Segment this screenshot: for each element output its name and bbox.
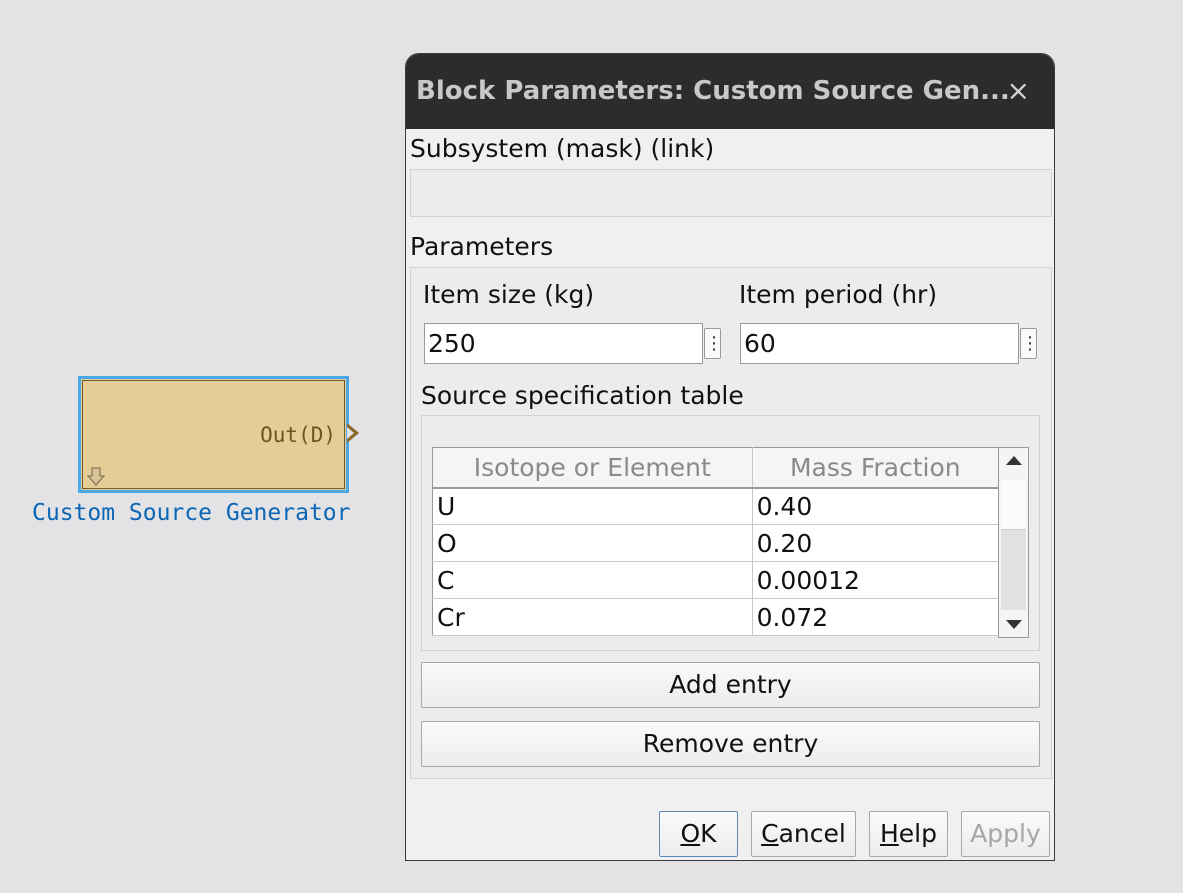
table-row[interactable]: C 0.00012 — [432, 561, 1000, 599]
column-header-isotope[interactable]: Isotope or Element — [432, 447, 753, 489]
table-cell-element[interactable]: Cr — [432, 598, 753, 636]
apply-button[interactable]: Apply — [961, 811, 1050, 857]
dialog-title: Block Parameters: Custom Source Gen... — [416, 76, 1010, 106]
dialog-titlebar[interactable]: Block Parameters: Custom Source Gen... × — [406, 54, 1054, 129]
table-row[interactable]: U 0.40 — [432, 487, 1000, 525]
table-cell-fraction[interactable]: 0.072 — [752, 598, 1000, 636]
block-name-label[interactable]: Custom Source Generator — [32, 500, 351, 526]
table-scrollbar[interactable] — [998, 447, 1029, 638]
close-icon[interactable]: × — [1007, 74, 1030, 107]
source-specification-table: Isotope or Element Mass Fraction U 0.40 … — [432, 447, 1000, 636]
cancel-button[interactable]: Cancel — [751, 811, 856, 857]
help-button[interactable]: Help — [869, 811, 948, 857]
scroll-up-icon[interactable] — [1006, 456, 1022, 465]
table-cell-fraction[interactable]: 0.20 — [752, 524, 1000, 562]
item-period-label: Item period (hr) — [739, 280, 938, 309]
cancel-label-rest: ancel — [778, 819, 846, 848]
table-cell-element[interactable]: U — [432, 487, 753, 525]
scroll-down-icon[interactable] — [1006, 620, 1022, 629]
item-size-input[interactable]: 250 — [424, 323, 703, 364]
table-cell-element[interactable]: C — [432, 561, 753, 599]
ok-label-rest: K — [700, 819, 717, 848]
item-size-kebab-menu-icon[interactable]: ⋮ — [704, 328, 723, 359]
output-port-arrow-icon[interactable] — [347, 423, 359, 443]
item-period-input[interactable]: 60 — [740, 323, 1019, 364]
table-cell-fraction[interactable]: 0.40 — [752, 487, 1000, 525]
table-cell-fraction[interactable]: 0.00012 — [752, 561, 1000, 599]
mask-header: Subsystem (mask) (link) — [410, 134, 715, 163]
help-mnemonic: H — [879, 819, 899, 848]
cancel-mnemonic: C — [761, 819, 779, 848]
item-size-label: Item size (kg) — [423, 280, 595, 309]
help-label-rest: elp — [898, 819, 937, 848]
library-link-icon — [87, 467, 105, 486]
table-row[interactable]: Cr 0.072 — [432, 598, 1000, 636]
block-parameters-dialog: Block Parameters: Custom Source Gen... ×… — [405, 53, 1055, 861]
output-port-label: Out(D) — [260, 423, 336, 447]
item-period-kebab-menu-icon[interactable]: ⋮ — [1020, 328, 1039, 359]
column-header-mass-fraction[interactable]: Mass Fraction — [752, 447, 1000, 489]
mask-description-panel — [410, 169, 1052, 217]
table-row[interactable]: O 0.20 — [432, 524, 1000, 562]
add-entry-button[interactable]: Add entry — [421, 662, 1040, 708]
ok-mnemonic: O — [680, 819, 701, 848]
scroll-track[interactable] — [1001, 530, 1026, 610]
source-table-label: Source specification table — [421, 381, 744, 410]
remove-entry-button[interactable]: Remove entry — [421, 721, 1040, 767]
parameters-header: Parameters — [410, 232, 554, 261]
table-cell-element[interactable]: O — [432, 524, 753, 562]
ok-button[interactable]: OK — [659, 811, 738, 857]
scroll-thumb[interactable] — [1001, 480, 1026, 530]
custom-source-generator-block[interactable]: Out(D) — [78, 376, 349, 493]
